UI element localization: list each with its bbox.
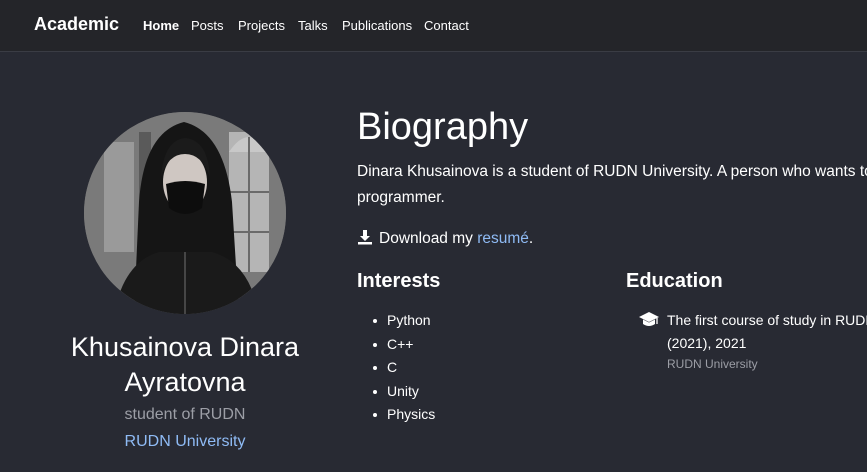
interest-item: C++ [370, 333, 435, 357]
interests-title: Interests [357, 270, 441, 292]
download-prefix: Download my [379, 230, 478, 247]
profile-avatar [84, 112, 286, 314]
interest-item: C [370, 356, 435, 380]
nav-talks[interactable]: Talks [298, 18, 328, 33]
profile-name: Khusainova Dinara Ayratovna [70, 332, 300, 397]
biography-text: Dinara Khusainova is a student of RUDN U… [357, 159, 867, 211]
graduation-cap-icon [639, 312, 659, 326]
nav-home[interactable]: Home [143, 18, 179, 33]
interests-list: Python C++ C Unity Physics [370, 309, 435, 427]
profile-role: student of RUDN [124, 406, 246, 423]
education-course: The first course of study in RUDN (2021)… [667, 309, 867, 355]
education-course-line: (2021), 2021 [667, 335, 747, 351]
nav-publications[interactable]: Publications [342, 18, 412, 33]
download-suffix: . [528, 230, 534, 247]
profile-organization-link[interactable]: RUDN University [34, 433, 336, 451]
avatar-photo [84, 112, 286, 314]
nav-projects[interactable]: Projects [238, 18, 285, 33]
site-brand[interactable]: Academic [34, 14, 119, 35]
navbar: Academic Home Posts Projects Talks Publi… [0, 0, 867, 52]
resume-link[interactable]: resumé [477, 230, 529, 247]
nav-posts[interactable]: Posts [191, 18, 224, 33]
education-institution: RUDN University [667, 357, 758, 371]
biography-line: Dinara Khusainova is a student of RUDN U… [357, 163, 867, 180]
download-icon [358, 230, 372, 245]
biography-line: programmer. [357, 189, 445, 206]
interest-item: Python [370, 309, 435, 333]
interest-item: Physics [370, 403, 435, 427]
download-resume: Download my resumé. [357, 229, 533, 248]
education-title: Education [626, 270, 723, 292]
nav-contact[interactable]: Contact [424, 18, 469, 33]
interest-item: Unity [370, 380, 435, 404]
education-course-line: The first course of study in RUDN [667, 312, 867, 328]
biography-title: Biography [357, 106, 529, 148]
